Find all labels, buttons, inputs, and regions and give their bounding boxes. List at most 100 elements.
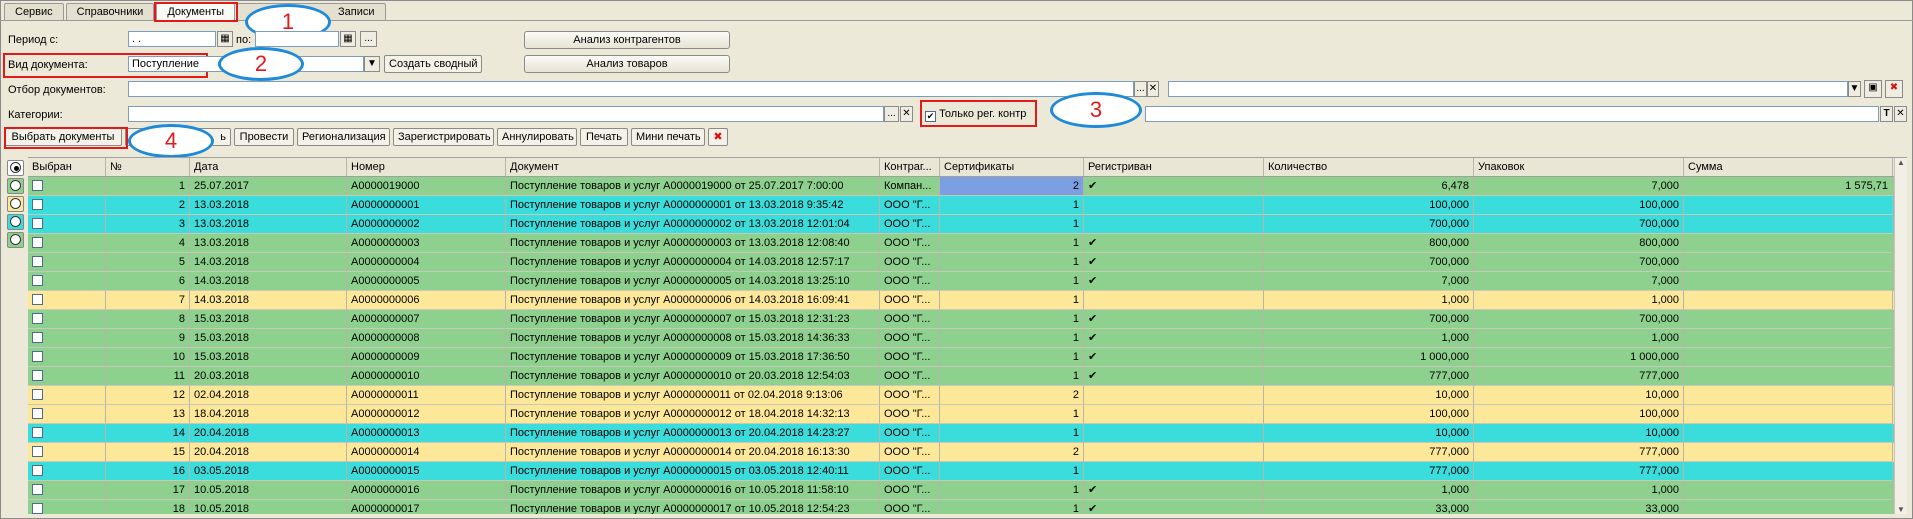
col-sum[interactable]: Сумма	[1684, 158, 1893, 176]
table-row[interactable]: 2 13.03.2018 А0000000001 Поступление товаро…	[28, 196, 1907, 215]
col-packages[interactable]: Упаковок	[1474, 158, 1684, 176]
col-doc-number[interactable]: Номер	[347, 158, 506, 176]
row-select-checkbox[interactable]	[28, 215, 106, 234]
checkbox[interactable]	[32, 199, 43, 210]
row-select-checkbox[interactable]	[28, 348, 106, 367]
post-button[interactable]: Провести	[234, 128, 294, 146]
table-row[interactable]: 3 13.03.2018 А0000000002 Поступление товаро…	[28, 215, 1907, 234]
row-select-checkbox[interactable]	[28, 424, 106, 443]
regionalize-button[interactable]: Регионализация	[297, 128, 390, 146]
table-row[interactable]: 16 03.05.2018 А0000000015 Поступление товар…	[28, 462, 1907, 481]
table-row[interactable]: 10 15.03.2018 А0000000009 Поступление товар…	[28, 348, 1907, 367]
table-row[interactable]: 1 25.07.2017 А0000019000 Поступление товаро…	[28, 177, 1907, 196]
table-row[interactable]: 6 14.03.2018 А0000000005 Поступление товаро…	[28, 272, 1907, 291]
calendar-icon[interactable]: ▦	[340, 31, 356, 47]
table-row[interactable]: 15 20.04.2018 А0000000014 Поступление товар…	[28, 443, 1907, 462]
doc-filter-input[interactable]	[128, 81, 1134, 97]
row-select-checkbox[interactable]	[28, 367, 106, 386]
col-quantity[interactable]: Количество	[1264, 158, 1474, 176]
row-select-checkbox[interactable]	[28, 291, 106, 310]
checkbox[interactable]	[32, 484, 43, 495]
close-icon[interactable]: ✖	[708, 128, 728, 146]
row-select-checkbox[interactable]	[28, 253, 106, 272]
scroll-down-icon[interactable]: ▼	[1895, 505, 1907, 514]
row-select-checkbox[interactable]	[28, 405, 106, 424]
checkbox[interactable]	[32, 427, 43, 438]
checkbox[interactable]	[32, 408, 43, 419]
row-select-checkbox[interactable]	[28, 481, 106, 500]
doc-filter-select-button[interactable]: ...	[1134, 81, 1147, 97]
scroll-up-icon[interactable]: ▲	[1895, 158, 1907, 167]
mini-print-button[interactable]: Мини печать	[631, 128, 705, 146]
checkbox[interactable]	[32, 446, 43, 457]
checkbox[interactable]	[32, 256, 43, 267]
col-registered[interactable]: Регистриван	[1084, 158, 1264, 176]
doc-filter-clear-icon[interactable]: ✕	[1147, 81, 1159, 97]
checkbox[interactable]	[32, 370, 43, 381]
register-button[interactable]: Зарегистрировать	[393, 128, 494, 146]
tab-references[interactable]: Справочники	[65, 3, 155, 20]
legend-green[interactable]	[7, 178, 24, 194]
legend-cyan[interactable]	[7, 214, 24, 230]
vertical-scrollbar[interactable]: ▲ ▼	[1894, 158, 1907, 514]
col-contractor[interactable]: Контраг...	[880, 158, 940, 176]
checkbox[interactable]	[32, 503, 43, 514]
table-row[interactable]: 9 15.03.2018 А0000000008 Поступление товаро…	[28, 329, 1907, 348]
row-select-checkbox[interactable]	[28, 462, 106, 481]
categories-extra-input[interactable]	[1145, 106, 1879, 122]
checkbox[interactable]	[32, 313, 43, 324]
annul-button[interactable]: Аннулировать	[497, 128, 577, 146]
categories-extra-clear-icon[interactable]: ✕	[1894, 106, 1907, 122]
create-summary-button[interactable]: Создать сводный	[384, 55, 482, 73]
legend-yellow[interactable]	[7, 196, 24, 212]
table-row[interactable]: 14 20.04.2018 А0000000013 Поступление товар…	[28, 424, 1907, 443]
row-select-checkbox[interactable]	[28, 234, 106, 253]
chevron-down-icon[interactable]: ▼	[1848, 81, 1861, 97]
checkbox[interactable]	[32, 332, 43, 343]
col-document[interactable]: Документ	[506, 158, 880, 176]
checkbox[interactable]: ✔	[925, 111, 936, 122]
table-row[interactable]: 12 02.04.2018 А0000000011 Поступление товар…	[28, 386, 1907, 405]
legend-all[interactable]	[7, 160, 24, 176]
checkbox[interactable]	[32, 465, 43, 476]
checkbox[interactable]	[32, 218, 43, 229]
tab-service[interactable]: Сервис	[4, 3, 64, 20]
checkbox[interactable]	[32, 275, 43, 286]
checkbox[interactable]	[32, 180, 43, 191]
only-reg-checkbox[interactable]: ✔ Только рег. контр	[925, 107, 1026, 122]
col-number[interactable]: №	[106, 158, 190, 176]
checkbox[interactable]	[32, 294, 43, 305]
filter-condition-select[interactable]	[1168, 81, 1848, 97]
checkbox[interactable]	[32, 351, 43, 362]
table-row[interactable]: 17 10.05.2018 А0000000016 Поступление товар…	[28, 481, 1907, 500]
delete-icon[interactable]: ✖	[1885, 80, 1903, 98]
col-selected[interactable]: Выбран	[28, 158, 106, 176]
period-select-button[interactable]: ...	[360, 31, 377, 47]
col-date[interactable]: Дата	[190, 158, 347, 176]
categories-select-button[interactable]: ...	[884, 106, 899, 122]
categories-input[interactable]	[128, 106, 884, 122]
row-select-checkbox[interactable]	[28, 177, 106, 196]
checkbox[interactable]	[32, 237, 43, 248]
table-row[interactable]: 13 18.04.2018 А0000000012 Поступление товар…	[28, 405, 1907, 424]
row-select-checkbox[interactable]	[28, 443, 106, 462]
row-select-checkbox[interactable]	[28, 196, 106, 215]
print-button[interactable]: Печать	[580, 128, 628, 146]
table-row[interactable]: 4 13.03.2018 А0000000003 Поступление товаро…	[28, 234, 1907, 253]
calendar-icon[interactable]: ▦	[217, 31, 233, 47]
row-select-checkbox[interactable]	[28, 386, 106, 405]
row-select-checkbox[interactable]	[28, 272, 106, 291]
period-to-input[interactable]	[255, 31, 339, 47]
save-icon[interactable]: ▣	[1864, 80, 1882, 98]
table-row[interactable]: 18 10.05.2018 А0000000017 Поступление товар…	[28, 500, 1907, 514]
legend-green-2[interactable]	[7, 232, 24, 248]
categories-clear-icon[interactable]: ✕	[900, 106, 913, 122]
col-certificates[interactable]: Сертификаты	[940, 158, 1084, 176]
row-select-checkbox[interactable]	[28, 500, 106, 514]
analysis-goods-button[interactable]: Анализ товаров	[524, 55, 730, 73]
table-row[interactable]: 5 14.03.2018 А0000000004 Поступление товаро…	[28, 253, 1907, 272]
chevron-down-icon[interactable]: ▼	[364, 56, 380, 72]
analysis-contractors-button[interactable]: Анализ контрагентов	[524, 31, 730, 49]
row-select-checkbox[interactable]	[28, 329, 106, 348]
table-row[interactable]: 11 20.03.2018 А0000000010 Поступление товар…	[28, 367, 1907, 386]
